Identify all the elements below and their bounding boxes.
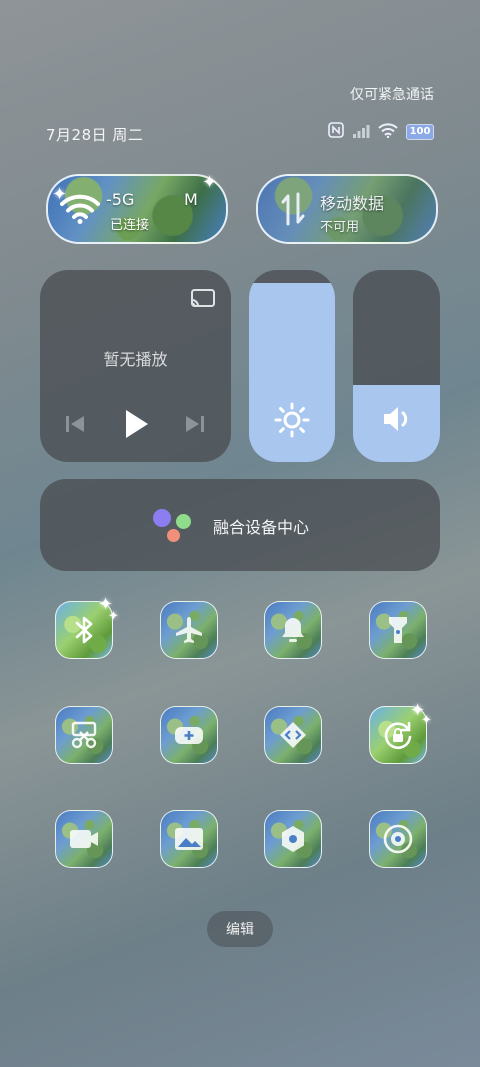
sparkle-icon: ✦ [108,609,119,624]
device-center-dot-icon [153,509,171,527]
flashlight-toggle[interactable] [369,601,427,659]
wifi-tile[interactable]: -5G M 已连接 [46,174,228,244]
flashlight-icon [389,617,407,643]
battery-icon: 100 [406,124,434,140]
bluetooth-icon [75,616,93,644]
media-player-card[interactable]: 暂无播放 [40,270,231,462]
previous-icon[interactable] [64,413,86,435]
cast-icon[interactable] [190,288,216,310]
next-icon[interactable] [184,413,206,435]
brightness-slider[interactable] [249,270,335,462]
airplane-mode-toggle[interactable] [160,601,218,659]
airplane-icon [176,617,202,643]
sparkle-icon: ✦ [52,184,68,205]
device-center-dot-icon [176,514,191,529]
rotation-lock-icon [384,721,412,750]
game-mode-toggle[interactable] [160,706,218,764]
image-icon [175,828,203,850]
scissors-icon [71,721,97,749]
signal-icon [352,123,370,142]
system-status-icons: 100 [328,122,434,142]
sparkle-icon: ✦ [421,713,432,728]
wifi-network-suffix: M [184,190,198,209]
code-icon [280,722,306,748]
gamepad-icon [175,727,203,744]
wifi-network-name: -5G [106,190,135,209]
device-center-dot-icon [167,529,180,542]
play-icon[interactable] [122,408,150,440]
gear-icon [282,826,304,852]
emergency-calls-only-text: 仅可紧急通话 [350,87,434,103]
wifi-status: 已连接 [110,218,150,233]
sparkle-icon: ✦ [202,172,218,193]
screenshot-toggle[interactable] [55,706,113,764]
silent-mode-toggle[interactable] [264,601,322,659]
mobile-data-tile[interactable]: 移动数据 不可用 [256,174,438,244]
screen-record-toggle[interactable] [55,810,113,868]
bell-icon [282,618,304,642]
date-text: 7月28日 周二 [46,126,144,144]
dark-mode-toggle[interactable] [369,810,427,868]
volume-slider[interactable] [353,270,440,462]
nfc-icon [328,122,344,142]
edit-button[interactable]: 编辑 [207,911,273,947]
mobile-data-title: 移动数据 [320,194,385,213]
media-status: 暂无播放 [103,350,168,369]
shortcut-toggle[interactable] [264,706,322,764]
wifi-icon [378,122,398,142]
eye-icon [383,824,413,854]
settings-toggle[interactable] [264,810,322,868]
mobile-data-status: 不可用 [320,220,360,235]
speaker-icon [384,407,408,431]
mobile-data-icon [281,192,305,226]
device-center-card[interactable]: 融合设备中心 [40,479,440,571]
gallery-toggle[interactable] [160,810,218,868]
video-icon [70,830,98,848]
device-center-label: 融合设备中心 [213,518,310,537]
sun-icon [274,402,310,438]
